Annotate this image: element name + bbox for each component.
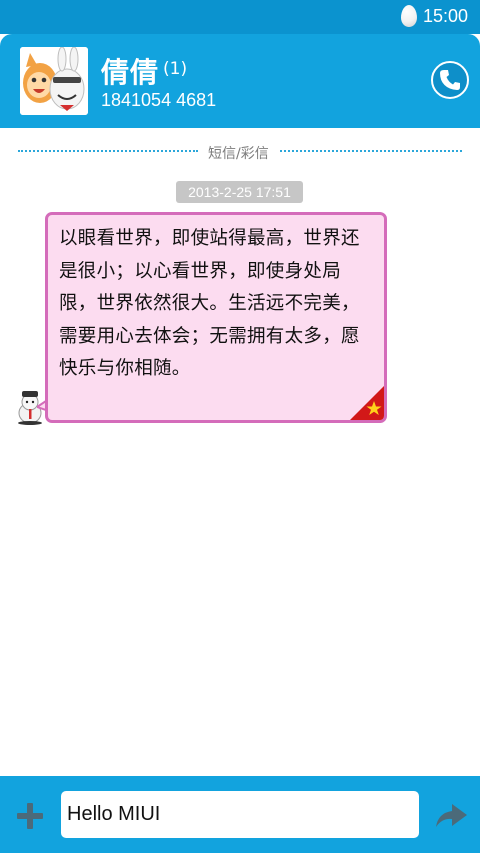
composer-bar xyxy=(0,776,480,853)
message-line: 限，世界依然很大。生活远不完美， xyxy=(59,293,360,314)
message-line: 是很小；以心看世界，即使身处局 xyxy=(59,260,342,282)
divider-line-right xyxy=(280,150,462,152)
contact-number: 1841054 4681 xyxy=(101,90,217,110)
call-button[interactable] xyxy=(431,61,469,99)
status-time: 15:00 xyxy=(423,6,469,26)
contact-avatar[interactable] xyxy=(20,47,88,115)
contact-name: 倩倩 xyxy=(101,56,160,89)
divider-line-left xyxy=(18,150,198,152)
message-line: 以眼看世界，即使站得最高，世界还 xyxy=(59,228,360,249)
conversation-header: 倩倩 (1) 1841054 4681 xyxy=(0,34,480,128)
message-type-label: 短信/彩信 xyxy=(208,146,269,162)
message-input[interactable] xyxy=(61,791,419,838)
egg-icon xyxy=(401,5,417,27)
star-icon xyxy=(350,386,384,420)
message-text: 以眼看世界，即使站得最高，世界还 是很小；以心看世界，即使身处局 限，世界依然很… xyxy=(59,223,379,386)
phone-icon xyxy=(440,70,460,90)
message-line: 快乐与你相随。 xyxy=(59,358,191,379)
message-count: (1) xyxy=(163,59,188,79)
message-line: 需要用心去体会；无需拥有太多，愿 xyxy=(59,325,360,347)
message-timestamp: 2013-2-25 17:51 xyxy=(176,181,303,203)
send-arrow-icon[interactable] xyxy=(432,800,470,832)
status-bar: 15:00 xyxy=(0,0,480,34)
plus-icon[interactable] xyxy=(14,800,46,832)
message-bubble[interactable]: 以眼看世界，即使站得最高，世界还 是很小；以心看世界，即使身处局 限，世界依然很… xyxy=(45,212,387,423)
